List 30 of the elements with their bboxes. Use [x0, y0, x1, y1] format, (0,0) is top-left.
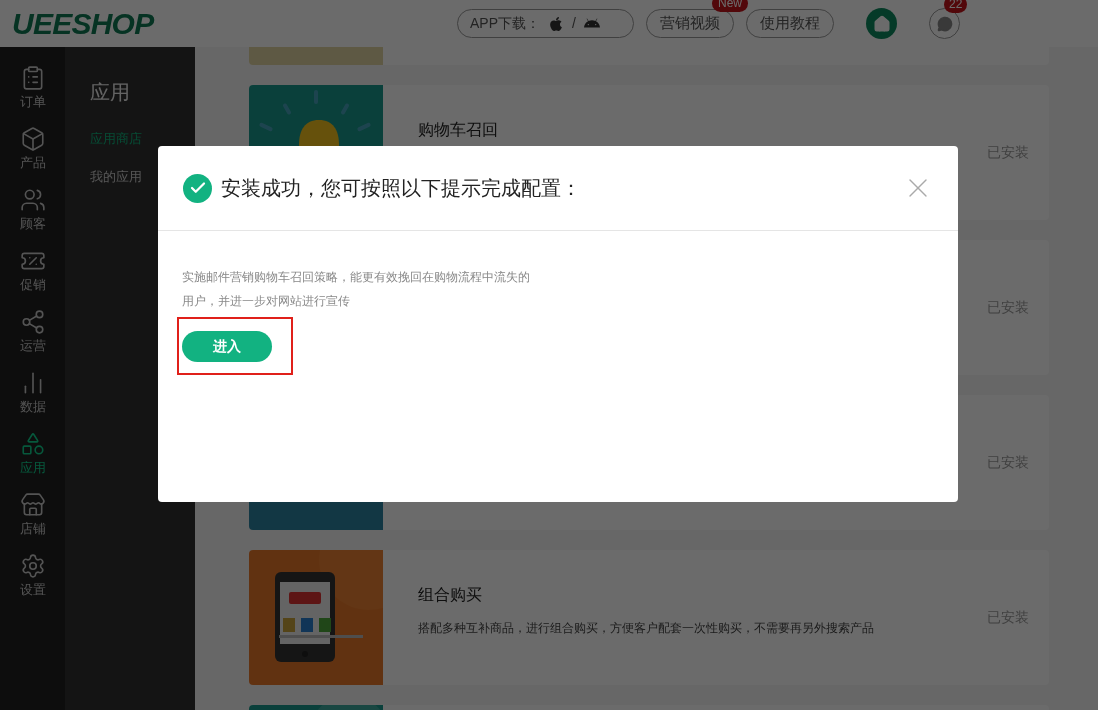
dialog-title: 安装成功，您可按照以下提示完成配置： — [221, 176, 581, 201]
sidebar-item[interactable]: 店铺 — [19, 492, 46, 536]
sidebar-item[interactable]: 设置 — [19, 553, 46, 597]
home-button[interactable] — [866, 8, 897, 39]
app-title: 组合购买 — [418, 585, 483, 605]
enter-button[interactable]: 进入 — [182, 330, 272, 362]
users-icon — [19, 187, 46, 213]
dialog-message: 实施邮件营销购物车召回策略，能更有效挽回在购物流程中流失的用户，并进一步对网站进行宣传 — [182, 269, 531, 310]
app-description: 搭配多种互补商品，进行组合购买，方便客户配套一次性购买，不需要再另外搜索产品 — [418, 620, 875, 637]
success-check-icon — [183, 173, 212, 203]
apple-icon[interactable] — [548, 15, 564, 32]
logo: UEESHOP — [12, 6, 154, 42]
sidebar-item[interactable]: 订单 — [19, 65, 46, 109]
sidebar-item[interactable]: 促销 — [19, 248, 46, 292]
app-download-label: APP下载： — [470, 14, 540, 33]
store-icon — [19, 492, 46, 518]
shapes-icon — [19, 431, 46, 457]
submenu-title: 应用 — [90, 80, 131, 105]
home-icon — [872, 14, 891, 33]
sidebar-item[interactable]: 应用 — [19, 431, 46, 475]
message-count-badge: 22 — [944, 0, 968, 13]
sidebar-item[interactable]: 顾客 — [19, 187, 46, 231]
settings-icon — [19, 553, 46, 579]
sidebar-item[interactable]: 数据 — [19, 370, 46, 414]
sidebar-item[interactable]: 运营 — [19, 309, 46, 353]
app-title: 购物车召回 — [418, 120, 499, 140]
box-icon — [19, 126, 46, 152]
chat-icon — [936, 15, 953, 32]
sidebar-item[interactable]: 产品 — [19, 126, 46, 170]
separator: / — [572, 14, 576, 33]
